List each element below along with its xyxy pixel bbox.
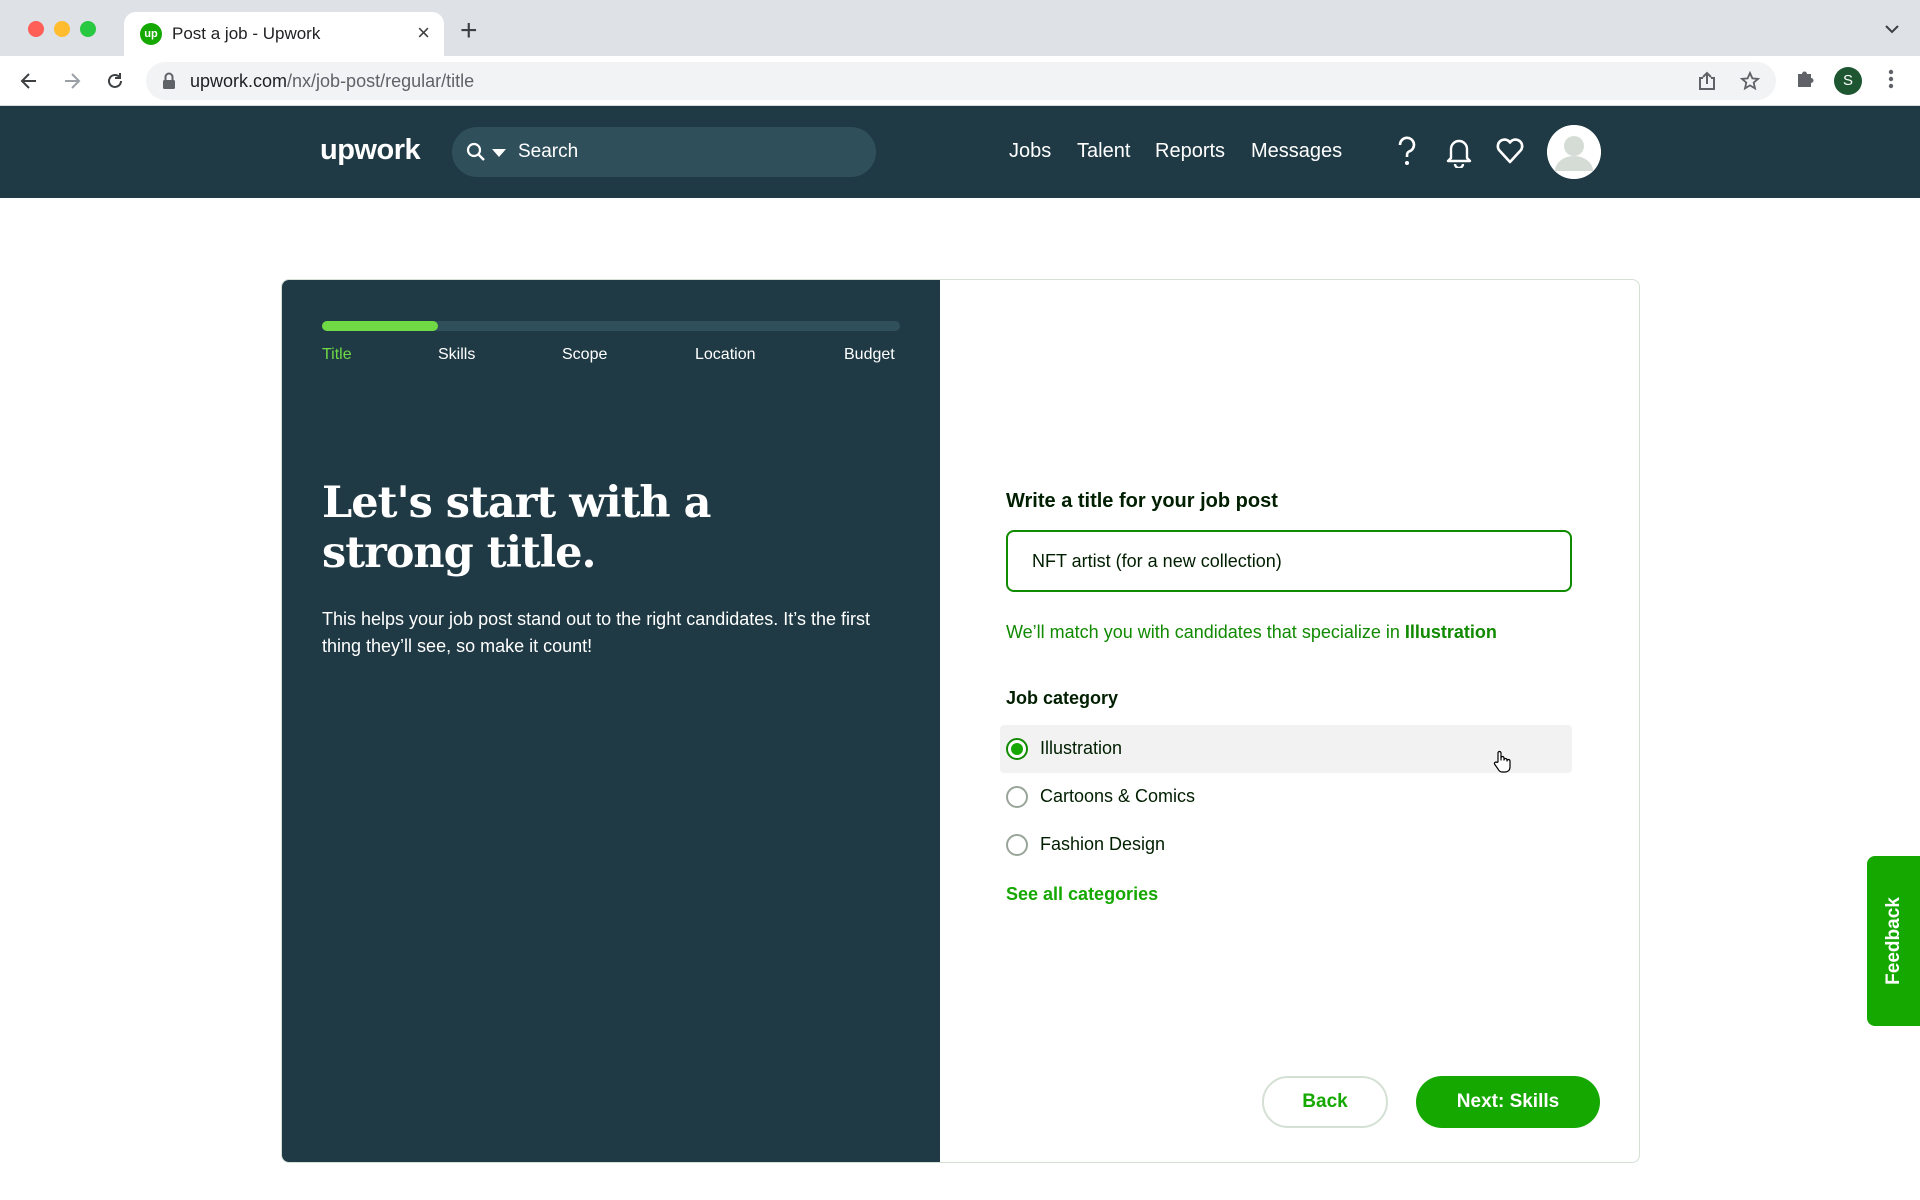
browser-tab[interactable]: up Post a job - Upwork × bbox=[124, 12, 444, 56]
page-headline: Let's start with a strong title. bbox=[322, 478, 712, 578]
pointer-hand-cursor-icon bbox=[1492, 750, 1512, 779]
search-type-dropdown-icon[interactable] bbox=[492, 149, 506, 157]
back-arrow-icon[interactable] bbox=[16, 68, 42, 94]
step-title: Title bbox=[322, 346, 352, 363]
search-placeholder[interactable]: Search bbox=[518, 141, 578, 163]
reload-icon[interactable] bbox=[102, 68, 128, 94]
back-button[interactable]: Back bbox=[1262, 1076, 1388, 1128]
category-option-label: Cartoons & Comics bbox=[1040, 786, 1196, 806]
progress-fill bbox=[322, 321, 438, 331]
tab-close-icon[interactable]: × bbox=[417, 21, 430, 45]
maximize-window-button[interactable] bbox=[80, 21, 96, 37]
title-field-label: Write a title for your job post bbox=[1006, 490, 1278, 512]
tab-title: Post a job - Upwork bbox=[172, 24, 321, 43]
matched-category: Illustration bbox=[1404, 622, 1497, 642]
progress-bar bbox=[322, 321, 900, 331]
step-budget: Budget bbox=[844, 346, 895, 363]
search-icon bbox=[466, 142, 486, 167]
job-title-input[interactable] bbox=[1006, 530, 1572, 592]
page-description: This helps your job post stand out to th… bbox=[322, 609, 870, 656]
browser-tabstrip: up Post a job - Upwork × + bbox=[0, 0, 1920, 56]
tab-list-chevron-down-icon[interactable] bbox=[1884, 22, 1900, 40]
category-option-fashion-design[interactable]: Fashion Design bbox=[1000, 821, 1572, 869]
close-window-button[interactable] bbox=[28, 21, 44, 37]
share-icon[interactable] bbox=[1698, 71, 1716, 96]
lock-icon[interactable] bbox=[162, 72, 176, 95]
bookmark-star-icon[interactable] bbox=[1739, 70, 1761, 96]
browser-menu-icon[interactable] bbox=[1888, 68, 1894, 95]
match-hint: We’ll match you with candidates that spe… bbox=[1006, 622, 1497, 642]
address-bar[interactable]: upwork.com/nx/job-post/regular/title bbox=[146, 62, 1776, 100]
radio-button[interactable] bbox=[1006, 786, 1028, 808]
form-panel: Write a title for your job post We’ll ma… bbox=[940, 280, 1639, 1162]
nav-reports[interactable]: Reports bbox=[1155, 140, 1225, 163]
nav-jobs[interactable]: Jobs bbox=[1009, 140, 1051, 163]
url-text[interactable]: upwork.com/nx/job-post/regular/title bbox=[190, 71, 474, 92]
intro-panel: Title Skills Scope Location Budget Let's… bbox=[282, 280, 940, 1162]
category-option-label: Fashion Design bbox=[1040, 834, 1166, 854]
feedback-label: Feedback bbox=[1882, 897, 1904, 985]
step-location: Location bbox=[695, 346, 756, 363]
step-scope: Scope bbox=[562, 346, 608, 363]
extensions-puzzle-icon[interactable] bbox=[1794, 68, 1816, 95]
category-option-cartoons-comics[interactable]: Cartoons & Comics bbox=[1000, 773, 1572, 821]
nav-messages[interactable]: Messages bbox=[1251, 140, 1342, 163]
help-icon[interactable] bbox=[1396, 136, 1418, 173]
saved-heart-icon[interactable] bbox=[1495, 136, 1525, 171]
radio-button-selected[interactable] bbox=[1006, 738, 1028, 760]
category-option-label: Illustration bbox=[1040, 738, 1123, 758]
feedback-tab[interactable]: Feedback bbox=[1867, 856, 1920, 1026]
upwork-favicon-icon: up bbox=[140, 23, 162, 45]
see-all-categories-link[interactable]: See all categories bbox=[1006, 884, 1158, 905]
minimize-window-button[interactable] bbox=[54, 21, 70, 37]
nav-talent[interactable]: Talent bbox=[1077, 140, 1130, 163]
new-tab-button[interactable]: + bbox=[460, 14, 478, 48]
header-search[interactable]: Search bbox=[452, 127, 876, 177]
forward-arrow-icon[interactable] bbox=[59, 68, 85, 94]
user-avatar[interactable] bbox=[1547, 125, 1601, 179]
browser-toolbar: upwork.com/nx/job-post/regular/title S bbox=[0, 56, 1920, 106]
next-skills-button[interactable]: Next: Skills bbox=[1416, 1076, 1600, 1128]
step-skills: Skills bbox=[438, 346, 476, 363]
radio-button[interactable] bbox=[1006, 834, 1028, 856]
upwork-logo[interactable]: upwork bbox=[320, 134, 421, 167]
category-option-illustration[interactable]: Illustration bbox=[1000, 725, 1572, 773]
site-header: upwork Search Jobs Talent Reports Messag… bbox=[0, 106, 1920, 198]
job-post-card: Title Skills Scope Location Budget Let's… bbox=[281, 279, 1640, 1163]
notifications-bell-icon[interactable] bbox=[1445, 136, 1473, 173]
job-category-label: Job category bbox=[1006, 688, 1119, 708]
browser-profile-avatar[interactable]: S bbox=[1834, 67, 1862, 95]
